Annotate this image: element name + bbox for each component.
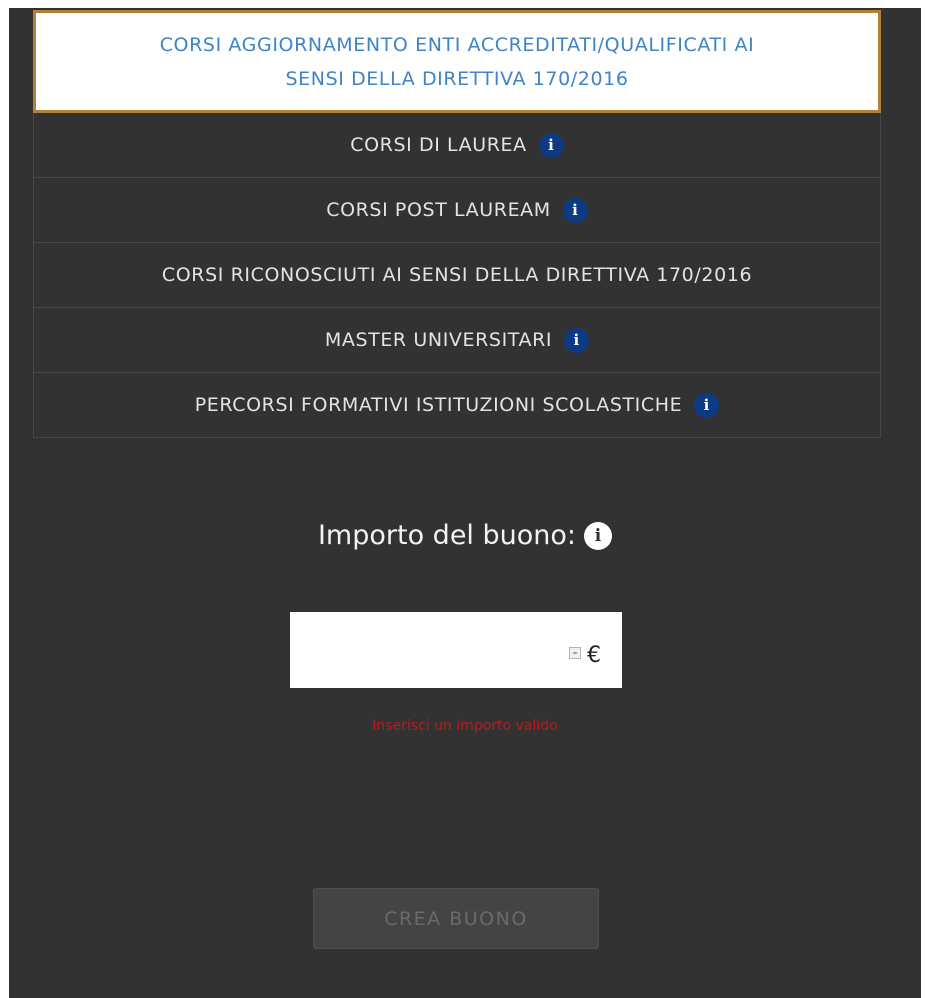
course-type-option-post-lauream[interactable]: CORSI POST LAUREAM i — [33, 178, 881, 243]
info-icon[interactable]: i — [584, 521, 613, 550]
number-spinner-icon[interactable] — [569, 647, 581, 659]
course-type-option-laurea[interactable]: CORSI DI LAUREA i — [33, 113, 881, 178]
course-type-option-percorsi-formativi[interactable]: PERCORSI FORMATIVI ISTITUZIONI SCOLASTIC… — [33, 373, 881, 438]
create-voucher-button[interactable]: CREA BUONO — [313, 888, 599, 949]
amount-heading: Importo del buono: i — [9, 520, 921, 551]
voucher-panel: CORSI AGGIORNAMENTO ENTI ACCREDITATI/QUA… — [9, 8, 921, 998]
amount-field: € — [290, 612, 622, 688]
course-type-option-riconosciuti[interactable]: CORSI RICONOSCIUTI AI SENSI DELLA DIRETT… — [33, 243, 881, 308]
info-icon[interactable]: i — [694, 392, 720, 418]
course-type-list: CORSI AGGIORNAMENTO ENTI ACCREDITATI/QUA… — [33, 10, 881, 438]
course-type-label: CORSI RICONOSCIUTI AI SENSI DELLA DIRETT… — [161, 264, 753, 286]
amount-error-message: Inserisci un importo valido — [372, 718, 558, 734]
course-type-label: PERCORSI FORMATIVI ISTITUZIONI SCOLASTIC… — [194, 394, 683, 416]
info-icon[interactable]: i — [564, 327, 590, 353]
amount-input[interactable] — [290, 612, 560, 688]
course-type-option-enti-accreditati[interactable]: CORSI AGGIORNAMENTO ENTI ACCREDITATI/QUA… — [33, 10, 881, 113]
course-type-label: MASTER UNIVERSITARI — [324, 329, 553, 351]
course-type-option-master[interactable]: MASTER UNIVERSITARI i — [33, 308, 881, 373]
currency-symbol: € — [587, 643, 601, 668]
course-type-label: CORSI AGGIORNAMENTO ENTI ACCREDITATI/QUA… — [159, 33, 755, 56]
info-icon[interactable]: i — [562, 197, 588, 223]
amount-label: Importo del buono: — [317, 520, 577, 551]
course-type-label: CORSI POST LAUREAM — [326, 199, 551, 221]
course-type-label: SENSI DELLA DIRETTIVA 170/2016 — [285, 67, 629, 90]
info-icon[interactable]: i — [538, 132, 564, 158]
course-type-label: CORSI DI LAUREA — [350, 134, 527, 156]
